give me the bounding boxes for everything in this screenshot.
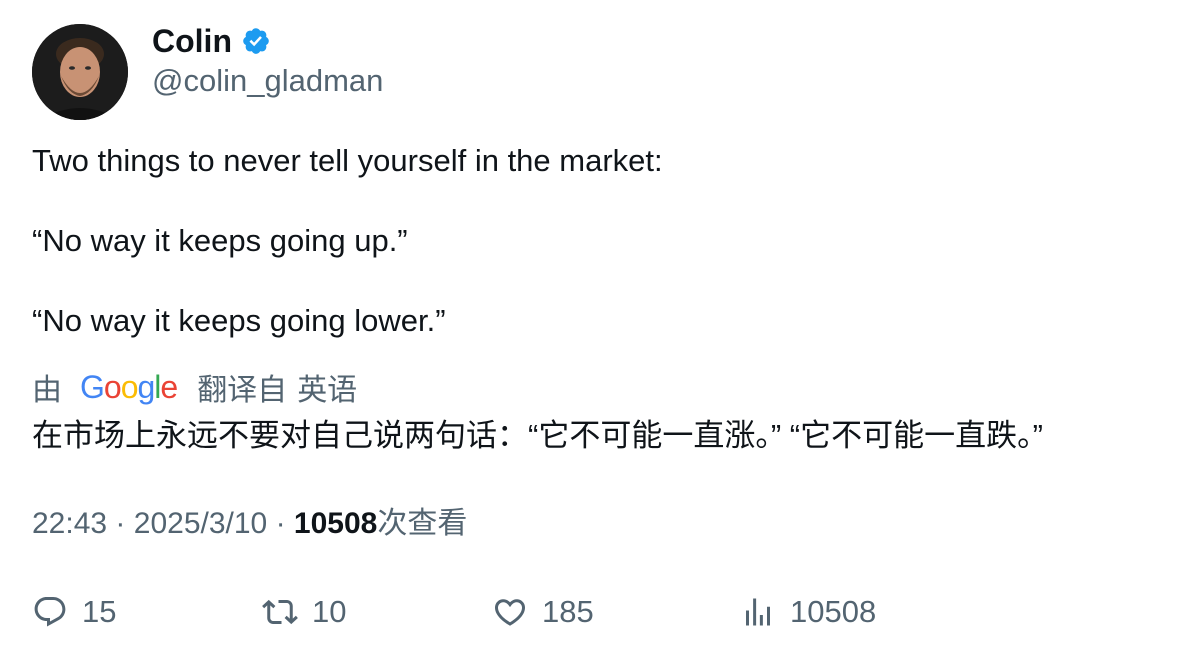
author-handle[interactable]: @colin_gladman (152, 62, 383, 100)
translation-from-label: 翻译自 (197, 374, 288, 407)
views-button[interactable]: 10508 (740, 590, 876, 634)
reply-icon (34, 597, 66, 627)
bar-chart-icon (746, 598, 770, 626)
translation-attribution[interactable]: 由 Google 翻译自 英语 (32, 366, 357, 408)
google-logo: Google (80, 368, 178, 405)
translation-by-label: 由 (32, 374, 62, 407)
retweet-button[interactable]: 10 (262, 590, 346, 634)
tweet-paragraph: Two things to never tell yourself in the… (32, 143, 663, 178)
meta-separator: · (275, 507, 286, 540)
retweet-icon (262, 599, 298, 625)
verified-badge-icon[interactable] (241, 26, 271, 56)
tweet-paragraph: “No way it keeps going up.” (32, 223, 408, 258)
action-bar: 15 10 185 10508 (0, 590, 1196, 634)
avatar[interactable] (32, 24, 128, 120)
author-name-row: Colin (152, 22, 271, 60)
like-button[interactable]: 185 (492, 590, 594, 634)
reply-button[interactable]: 15 (32, 590, 116, 634)
views-count-action: 10508 (790, 594, 877, 629)
tweet-time[interactable]: 22:43 (32, 507, 107, 540)
views-count: 10508 (293, 507, 378, 540)
meta-separator: · (115, 507, 126, 540)
tweet-date[interactable]: 2025/3/10 (134, 507, 267, 540)
like-count: 185 (542, 594, 594, 629)
tweet-paragraph: “No way it keeps going lower.” (32, 303, 446, 338)
translated-text: 在市场上永远不要对自己说两句话：“它不可能一直涨。” “它不可能一直跌。” (32, 418, 1043, 453)
heart-icon (494, 599, 526, 626)
avatar-image (32, 24, 128, 120)
views-label: 次查看 (377, 507, 468, 540)
translation-language: 英语 (297, 374, 358, 407)
retweet-count: 10 (312, 594, 347, 629)
reply-count: 15 (82, 594, 117, 629)
tweet-meta: 22:43 · 2025/3/10 · 10508次查看 (32, 503, 467, 545)
author-name[interactable]: Colin (152, 22, 232, 60)
